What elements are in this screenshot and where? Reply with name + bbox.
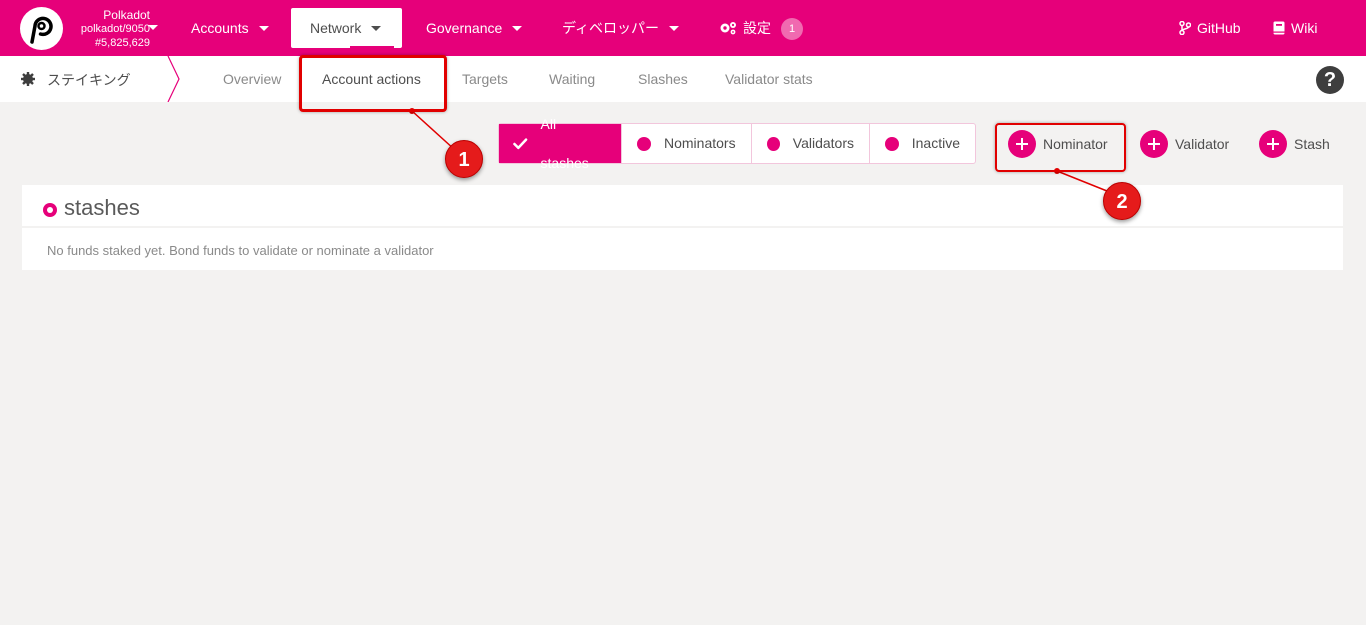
annotation-step-1: 1 <box>445 140 483 178</box>
annotation-connectors <box>409 108 1113 194</box>
annotation-highlight-account-actions <box>299 55 447 112</box>
annotation-step-2: 2 <box>1103 182 1141 220</box>
annotation-highlight-nominator <box>995 123 1126 172</box>
